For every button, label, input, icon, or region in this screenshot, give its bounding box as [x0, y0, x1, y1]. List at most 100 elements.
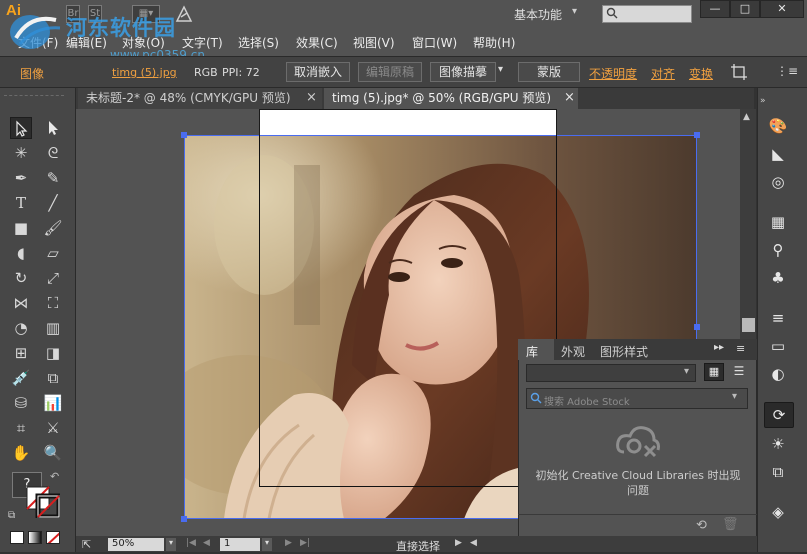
- artboard-tool-icon[interactable]: ⌗: [10, 417, 32, 439]
- rectangle-tool-icon[interactable]: ■: [10, 217, 32, 239]
- chevron-down-icon[interactable]: ▾: [684, 366, 689, 377]
- menu-select[interactable]: 选择(S): [238, 34, 279, 51]
- trace-preset-chevron-icon[interactable]: ▾: [498, 64, 503, 75]
- tab-library[interactable]: 库: [526, 343, 538, 360]
- scrollbar-thumb[interactable]: [742, 318, 755, 332]
- slice-tool-icon[interactable]: ⚔: [42, 417, 64, 439]
- libraries-panel-icon[interactable]: ⟳: [764, 402, 794, 428]
- color-themes-icon[interactable]: ◎: [766, 170, 790, 194]
- opacity-link[interactable]: 不透明度: [589, 65, 637, 82]
- tab-timg-5[interactable]: timg (5).jpg* @ 50% (RGB/GPU 预览): [324, 88, 578, 109]
- linked-file-link[interactable]: timg (5).jpg: [112, 66, 177, 79]
- color-guide-icon[interactable]: ◣: [766, 142, 790, 166]
- panel-menu-icon[interactable]: ≡: [736, 342, 745, 355]
- selection-handle[interactable]: [181, 132, 187, 138]
- curvature-tool-icon[interactable]: ✎: [42, 167, 64, 189]
- blob-brush-tool-icon[interactable]: ◖: [10, 242, 32, 264]
- zoom-level-field[interactable]: 50%: [108, 538, 164, 551]
- selection-handle[interactable]: [181, 516, 187, 522]
- grid-view-icon[interactable]: ▦: [704, 363, 724, 381]
- delete-icon[interactable]: 🗑: [722, 517, 739, 532]
- list-view-icon[interactable]: ☰: [730, 363, 748, 381]
- scale-tool-icon[interactable]: ⤢: [42, 267, 64, 289]
- mesh-tool-icon[interactable]: ⊞: [10, 342, 32, 364]
- free-transform-tool-icon[interactable]: ⛶: [42, 292, 64, 314]
- transparency-panel-icon[interactable]: ◐: [766, 362, 790, 386]
- none-mode-button[interactable]: [46, 531, 60, 544]
- scroll-left-icon[interactable]: ◀: [470, 538, 477, 548]
- paintbrush-tool-icon[interactable]: 🖌: [42, 217, 64, 239]
- rotate-tool-icon[interactable]: ↻: [10, 267, 32, 289]
- brushes-panel-icon[interactable]: ⚲: [766, 238, 790, 262]
- tab-graphic-styles[interactable]: 图形样式: [600, 343, 648, 360]
- menu-effect[interactable]: 效果(C): [296, 34, 338, 51]
- library-select[interactable]: [526, 364, 696, 382]
- line-tool-icon[interactable]: ╱: [42, 192, 64, 214]
- shape-builder-tool-icon[interactable]: ◔: [10, 317, 32, 339]
- gradient-panel-icon[interactable]: ▭: [766, 334, 790, 358]
- next-artboard-icon[interactable]: ▶: [285, 538, 292, 548]
- edit-original-button[interactable]: 编辑原稿: [358, 62, 422, 82]
- mask-button[interactable]: 蒙版: [518, 62, 580, 82]
- graphic-styles-panel-icon[interactable]: ⧉: [766, 460, 790, 484]
- artboard-chevron-icon[interactable]: ▾: [262, 538, 272, 551]
- gradient-tool-icon[interactable]: ◨: [42, 342, 64, 364]
- toolbar-grip[interactable]: [4, 95, 64, 97]
- gradient-mode-button[interactable]: [28, 531, 42, 544]
- transform-link[interactable]: 变换: [689, 65, 713, 82]
- layers-panel-icon[interactable]: ◈: [766, 500, 790, 524]
- tab-appearance[interactable]: 外观: [561, 343, 585, 360]
- pen-tool-icon[interactable]: ✒: [10, 167, 32, 189]
- blend-tool-icon[interactable]: ⧉: [42, 367, 64, 389]
- symbols-panel-icon[interactable]: ♣: [766, 266, 790, 290]
- magic-wand-tool-icon[interactable]: ✳: [10, 142, 32, 164]
- image-trace-button[interactable]: 图像描摹: [430, 62, 496, 82]
- swap-fill-stroke-icon[interactable]: ↶: [50, 470, 59, 483]
- tab-close-icon[interactable]: ×: [306, 90, 317, 105]
- scroll-up-icon[interactable]: ▲: [743, 112, 750, 122]
- type-tool-icon[interactable]: T: [10, 192, 32, 214]
- first-artboard-icon[interactable]: |◀: [186, 538, 196, 548]
- stroke-panel-icon[interactable]: ≡: [766, 306, 790, 330]
- chevron-down-icon[interactable]: ▾: [732, 391, 737, 402]
- selection-tool-icon[interactable]: [10, 117, 32, 139]
- share-icon[interactable]: ⇱: [82, 538, 91, 551]
- selection-handle[interactable]: [694, 324, 700, 330]
- tab-close-icon[interactable]: ×: [564, 90, 575, 105]
- collapse-dock-icon[interactable]: »: [760, 96, 766, 106]
- expand-panel-icon[interactable]: ▸▸: [714, 342, 724, 353]
- default-colors-icon[interactable]: ⧉: [8, 510, 15, 521]
- chevron-down-icon[interactable]: ▾: [572, 6, 577, 17]
- crop-image-icon[interactable]: [730, 63, 748, 81]
- color-panel-icon[interactable]: 🎨: [766, 114, 790, 138]
- lasso-tool-icon[interactable]: ᘓ: [42, 142, 64, 164]
- direct-selection-tool-icon[interactable]: [42, 117, 64, 139]
- prev-artboard-icon[interactable]: ◀: [203, 538, 210, 548]
- color-mode-button[interactable]: [10, 531, 24, 544]
- artboard-number-field[interactable]: 1: [220, 538, 260, 551]
- width-tool-icon[interactable]: ⋈: [10, 292, 32, 314]
- hand-tool-icon[interactable]: ✋: [10, 442, 32, 464]
- zoom-chevron-icon[interactable]: ▾: [166, 538, 176, 551]
- eyedropper-tool-icon[interactable]: 💉: [10, 367, 32, 389]
- workspace-switcher[interactable]: 基本功能: [514, 6, 562, 23]
- gpu-performance-icon[interactable]: [174, 4, 194, 24]
- menu-view[interactable]: 视图(V): [353, 34, 395, 51]
- last-artboard-icon[interactable]: ▶|: [300, 538, 310, 548]
- symbol-sprayer-tool-icon[interactable]: ⛁: [10, 392, 32, 414]
- align-link[interactable]: 对齐: [651, 65, 675, 82]
- eraser-tool-icon[interactable]: ▱: [42, 242, 64, 264]
- menu-window[interactable]: 窗口(W): [412, 34, 457, 51]
- unembed-button[interactable]: 取消嵌入: [286, 62, 350, 82]
- tab-untitled-2[interactable]: 未标题-2* @ 48% (CMYK/GPU 预览): [78, 88, 322, 109]
- minimize-button[interactable]: —: [700, 0, 730, 18]
- status-menu-icon[interactable]: ▶: [455, 538, 462, 548]
- cc-sync-icon[interactable]: ⟲: [696, 518, 707, 533]
- zoom-tool-icon[interactable]: 🔍: [42, 442, 64, 464]
- swatches-panel-icon[interactable]: ▦: [766, 210, 790, 234]
- perspective-grid-tool-icon[interactable]: ▥: [42, 317, 64, 339]
- maximize-button[interactable]: □: [730, 0, 760, 18]
- fill-stroke-swatches[interactable]: [26, 486, 62, 520]
- column-graph-tool-icon[interactable]: 📊: [42, 392, 64, 414]
- selection-handle[interactable]: [694, 132, 700, 138]
